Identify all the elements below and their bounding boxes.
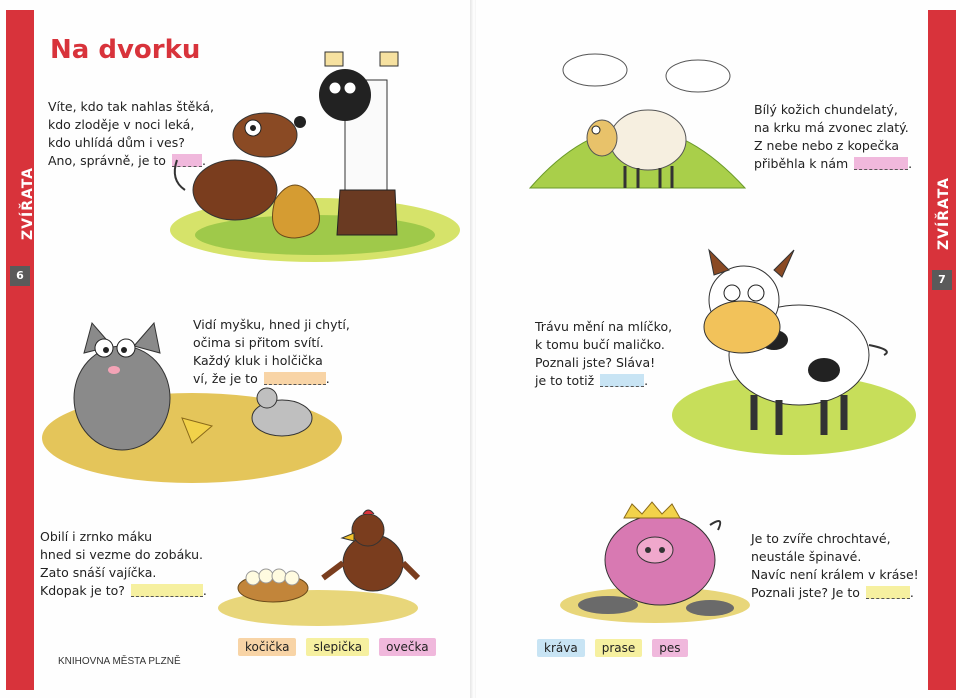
poem-line: Poznali jste? Sláva! [535,355,656,370]
poem-line: Trávu mění na mlíčko, [535,319,673,334]
poem-line: přiběhla k nám [754,156,849,171]
right-answer-chips: kráva prase pes [537,639,688,657]
answer-blank[interactable] [854,157,909,170]
dog-and-thief-illustration [170,51,460,262]
answer-chip[interactable]: slepička [306,638,370,656]
answer-blank[interactable] [130,584,203,597]
poem-line: Zato snáší vajíčka. [40,565,157,580]
left-page-number: 6 [10,266,30,286]
answer-chip[interactable]: pes [652,639,688,657]
poem-line: je to totiž [535,373,595,388]
poem-line: Z nebe nebo z kopečka [754,138,900,153]
poem-line: na krku má zvonec zlatý. [754,120,909,135]
answer-chip[interactable]: prase [594,639,643,657]
answer-chip[interactable]: ovečka [379,638,436,656]
left-side-bar [6,10,34,690]
poem-line: Bílý kožich chundelatý, [754,102,898,117]
poem-pig: Je to zvíře chrochtavé, neustále špinavé… [751,531,919,600]
poem-sheep: Bílý kožich chundelatý, na krku má zvone… [754,102,913,171]
answer-blank[interactable] [865,586,910,599]
library-footer: KNIHOVNA MĚSTA PLZNĚ [58,656,181,667]
poem-cow: Trávu mění na mlíčko, k tomu bučí maličk… [535,319,673,388]
poem-hen: Obilí i zrnko máku hned si vezme do zobá… [40,529,207,598]
left-answer-chips: kočička slepička ovečka [238,638,436,656]
right-side-label: ZVÍŘATA [936,176,952,250]
answer-chip[interactable]: kráva [537,639,585,657]
right-page-number: 7 [932,270,952,290]
answer-chip[interactable]: kočička [238,638,297,656]
sheep-on-hill-illustration [528,53,747,189]
poem-line: Navíc není králem v kráse! [751,567,919,582]
hen-and-eggs-illustration [218,509,421,626]
cow-illustration [672,248,916,455]
cat-and-mouse-illustration [42,321,342,483]
poem-line: Poznali jste? Je to [751,585,860,600]
poem-line: k tomu bučí maličko. [535,337,665,352]
left-side-label: ZVÍŘATA [20,166,36,240]
poem-line: neustále špinavé. [751,549,862,564]
poem-line: Je to zvíře chrochtavé, [751,531,891,546]
poem-line: Obilí i zrnko máku [40,529,153,544]
pig-with-crown-illustration [560,501,750,623]
right-side-bar [928,10,956,690]
answer-blank[interactable] [600,374,645,387]
poem-line: hned si vezme do zobáku. [40,547,204,562]
poem-line: Kdopak je to? [40,583,125,598]
poem-line: Ano, správně, je to [48,153,166,168]
